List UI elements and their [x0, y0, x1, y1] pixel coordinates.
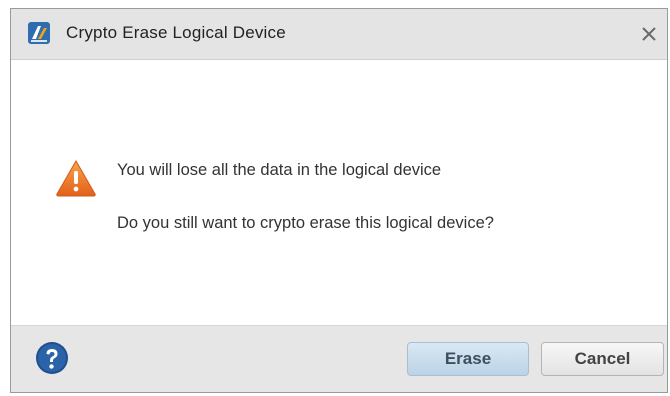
erase-button[interactable]: Erase	[407, 342, 529, 376]
help-icon[interactable]	[35, 341, 69, 375]
warning-icon	[55, 159, 97, 197]
app-logo-icon	[28, 22, 50, 44]
dialog-titlebar: Crypto Erase Logical Device	[11, 9, 667, 60]
dialog-footer: Erase Cancel	[11, 325, 667, 392]
close-icon[interactable]	[637, 22, 661, 46]
confirmation-question: Do you still want to crypto erase this l…	[117, 214, 494, 232]
cancel-button[interactable]: Cancel	[541, 342, 664, 376]
warning-message: You will lose all the data in the logica…	[117, 161, 442, 179]
dialog-content: You will lose all the data in the logica…	[11, 60, 667, 327]
dialog-title: Crypto Erase Logical Device	[66, 23, 286, 42]
crypto-erase-dialog: Crypto Erase Logical Device You will los…	[10, 8, 668, 393]
